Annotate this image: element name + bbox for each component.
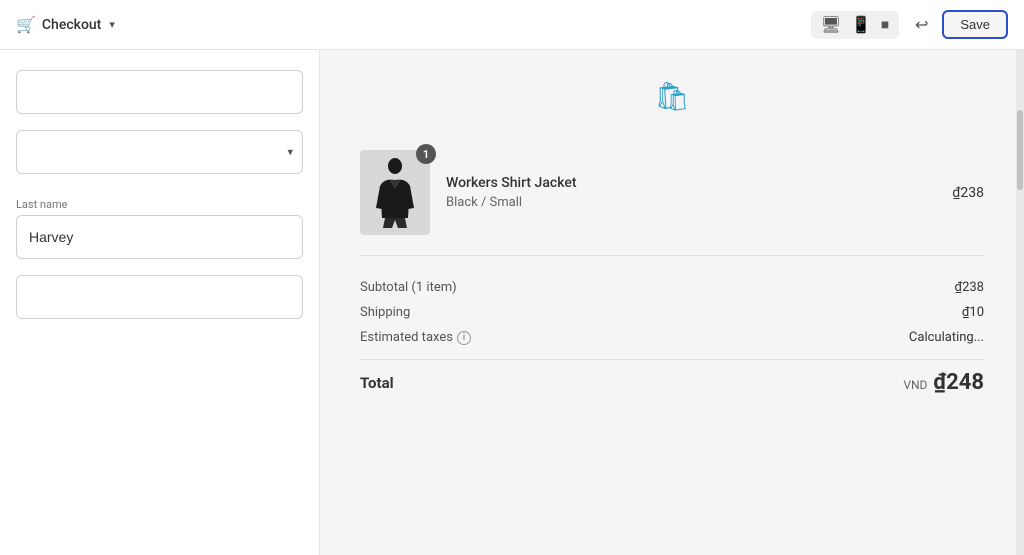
cart-icon: 🛒 — [16, 15, 36, 34]
last-name-label: Last name — [16, 198, 303, 211]
shipping-value: ₫10 — [962, 305, 984, 320]
subtotal-label: Subtotal (1 item) — [360, 280, 457, 295]
last-name-field: Last name — [16, 198, 303, 259]
shipping-row: Shipping ₫10 — [360, 305, 984, 320]
total-currency: VND — [903, 378, 927, 392]
subtotal-value: ₫238 — [955, 280, 984, 295]
product-price: ₫238 — [952, 185, 984, 201]
product-silhouette — [370, 158, 420, 228]
mobile-icon[interactable]: ⏹ — [881, 15, 889, 35]
product-image — [360, 150, 430, 235]
total-amount: ₫248 — [933, 370, 984, 395]
header-actions: ↩ Save — [909, 10, 1008, 39]
country-select[interactable] — [16, 130, 303, 174]
total-row: Total VND ₫248 — [360, 359, 984, 395]
checkout-form-panel: ▾ Last name — [0, 50, 320, 555]
address-input[interactable] — [16, 275, 303, 319]
last-name-input[interactable] — [16, 215, 303, 259]
country-select-wrapper: ▾ — [16, 130, 303, 174]
scrollbar[interactable] — [1016, 50, 1024, 555]
total-label: Total — [360, 374, 394, 392]
header-title: Checkout — [42, 17, 101, 33]
first-name-input[interactable] — [16, 70, 303, 114]
bag-icon-container: 🛍 — [654, 80, 690, 113]
subtotal-row: Subtotal (1 item) ₫238 — [360, 280, 984, 295]
save-button[interactable]: Save — [942, 10, 1008, 39]
total-value-container: VND ₫248 — [903, 370, 984, 395]
product-quantity-badge: 1 — [416, 144, 436, 164]
order-summary: 1 Workers Shirt Jacket Black / Small ₫23… — [360, 150, 984, 395]
desktop-icon[interactable]: 🖥 — [821, 15, 841, 34]
price-breakdown: Subtotal (1 item) ₫238 Shipping ₫10 Esti… — [360, 280, 984, 395]
product-item: 1 Workers Shirt Jacket Black / Small ₫23… — [360, 150, 984, 256]
taxes-label: Estimated taxes i — [360, 330, 471, 345]
header-left: 🛒 Checkout ▾ — [16, 15, 115, 34]
shopping-bag-icon: 🛍 — [654, 80, 690, 113]
product-name: Workers Shirt Jacket — [446, 175, 952, 191]
device-switcher: 🖥 📱 ⏹ — [811, 11, 899, 39]
order-summary-panel: 🛍 — [320, 50, 1024, 555]
undo-button[interactable]: ↩ — [909, 11, 934, 39]
shipping-label: Shipping — [360, 305, 410, 320]
info-icon[interactable]: i — [457, 331, 471, 345]
main-content: ▾ Last name 🛍 — [0, 50, 1024, 555]
chevron-down-icon[interactable]: ▾ — [109, 18, 115, 31]
scrollbar-thumb — [1017, 110, 1023, 190]
taxes-value: Calculating... — [909, 330, 984, 345]
product-variant: Black / Small — [446, 195, 952, 210]
taxes-row: Estimated taxes i Calculating... — [360, 330, 984, 345]
header: 🛒 Checkout ▾ 🖥 📱 ⏹ ↩ Save — [0, 0, 1024, 50]
tablet-icon[interactable]: 📱 — [851, 15, 871, 34]
product-details: Workers Shirt Jacket Black / Small — [446, 175, 952, 210]
header-right: 🖥 📱 ⏹ ↩ Save — [811, 10, 1008, 39]
product-image-wrapper: 1 — [360, 150, 430, 235]
taxes-label-text: Estimated taxes — [360, 330, 453, 345]
